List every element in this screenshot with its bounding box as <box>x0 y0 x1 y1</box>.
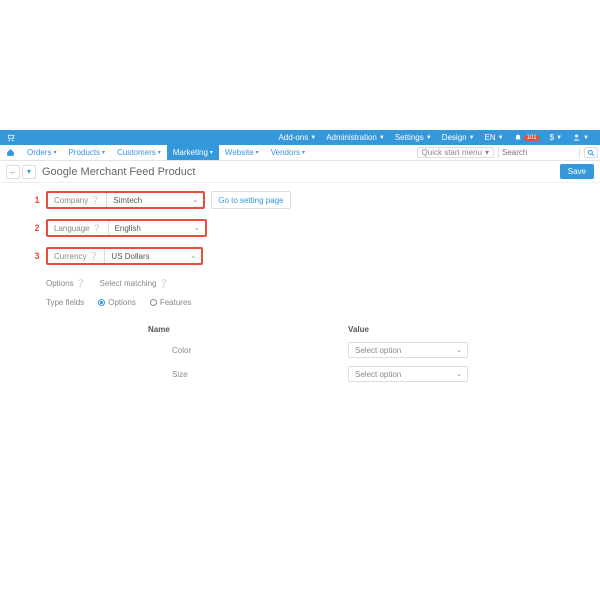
table-row: Size Select option ⌄ <box>148 362 572 386</box>
help-icon[interactable]: ❔ <box>88 252 98 261</box>
quick-start-label: Quick start menu <box>422 148 482 157</box>
col-header-name: Name <box>148 325 348 334</box>
annotation-3: 3 <box>28 251 46 261</box>
chevron-down-icon: ⌄ <box>192 196 198 204</box>
language-label: Language❔ <box>48 221 109 235</box>
select-matching-label: Select matching <box>100 279 157 288</box>
annotation-1: 1 <box>28 195 46 205</box>
attr-value-select[interactable]: Select option ⌄ <box>348 366 468 382</box>
nav-orders[interactable]: Orders▾ <box>21 145 62 160</box>
nav-marketing[interactable]: Marketing▾ <box>167 145 219 160</box>
nav-language[interactable]: EN▼ <box>480 133 509 142</box>
radio-options-label: Options <box>108 298 136 307</box>
attr-name: Color <box>148 346 348 355</box>
radio-options[interactable]: Options <box>98 298 136 307</box>
help-icon[interactable]: ❔ <box>158 279 168 288</box>
nav-currency-label: $ <box>550 133 554 142</box>
nav-vendors[interactable]: Vendors▾ <box>265 145 311 160</box>
nav-customers-label: Customers <box>117 148 156 157</box>
nav-administration-label: Administration <box>326 133 377 142</box>
attr-name: Size <box>148 370 348 379</box>
nav-orders-label: Orders <box>27 148 51 157</box>
nav-settings-label: Settings <box>395 133 424 142</box>
col-header-value: Value <box>348 325 478 334</box>
nav-marketing-label: Marketing <box>173 148 208 157</box>
nav-products-label: Products <box>68 148 100 157</box>
nav-website[interactable]: Website▾ <box>219 145 265 160</box>
currency-label: Currency❔ <box>48 249 105 263</box>
actions-dropdown[interactable]: ▾ <box>22 165 36 179</box>
nav-design-label: Design <box>442 133 467 142</box>
radio-features-label: Features <box>160 298 192 307</box>
notifications-icon[interactable]: 101 <box>509 134 545 142</box>
nav-vendors-label: Vendors <box>271 148 300 157</box>
user-menu[interactable]: ▼ <box>567 133 594 142</box>
search-button[interactable] <box>584 147 598 158</box>
help-icon[interactable]: ❔ <box>92 224 102 233</box>
attributes-table: Name Value Color Select option ⌄ Size Sel… <box>28 321 572 386</box>
topbar: Add-ons▼ Administration▼ Settings▼ Desig… <box>0 130 600 145</box>
go-to-setting-link[interactable]: Go to setting page <box>211 191 290 209</box>
attr-value-select[interactable]: Select option ⌄ <box>348 342 468 358</box>
nav-language-label: EN <box>485 133 496 142</box>
chevron-down-icon: ⌄ <box>191 252 197 260</box>
nav-customers[interactable]: Customers▾ <box>111 145 167 160</box>
select-placeholder: Select option <box>355 346 401 355</box>
page-title: Google Merchant Feed Product <box>42 166 195 178</box>
help-icon[interactable]: ❔ <box>90 196 100 205</box>
quick-start-menu[interactable]: Quick start menu▾ <box>417 147 494 158</box>
select-placeholder: Select option <box>355 370 401 379</box>
chevron-down-icon: ⌄ <box>456 370 462 378</box>
save-button[interactable]: Save <box>560 164 594 179</box>
radio-icon <box>150 299 157 306</box>
radio-icon <box>98 299 105 306</box>
nav-settings[interactable]: Settings▼ <box>390 133 437 142</box>
nav-administration[interactable]: Administration▼ <box>321 133 390 142</box>
options-label: Options <box>46 279 74 288</box>
notification-badge: 101 <box>524 135 540 141</box>
annotation-2: 2 <box>28 223 46 233</box>
language-value: English <box>115 224 141 233</box>
cart-icon[interactable] <box>6 133 15 142</box>
chevron-down-icon: ⌄ <box>194 224 200 232</box>
options-row: Options❔ Select matching❔ <box>28 279 572 288</box>
search-input[interactable] <box>499 147 579 159</box>
table-row: Color Select option ⌄ <box>148 338 572 362</box>
main-nav: Orders▾ Products▾ Customers▾ Marketing▾ … <box>0 145 600 161</box>
company-value: Simtech <box>113 196 142 205</box>
nav-design[interactable]: Design▼ <box>437 133 480 142</box>
help-icon[interactable]: ❔ <box>76 279 86 288</box>
radio-features[interactable]: Features <box>150 298 192 307</box>
nav-addons-label: Add-ons <box>278 133 308 142</box>
currency-select[interactable]: US Dollars ⌄ <box>105 249 201 263</box>
search-box <box>498 147 580 158</box>
nav-currency[interactable]: $▼ <box>545 133 567 142</box>
nav-website-label: Website <box>225 148 254 157</box>
content-area: 1 Company❔ Simtech ⌄ Go to setting page 2… <box>0 183 600 394</box>
company-select[interactable]: Simtech ⌄ <box>107 193 203 207</box>
back-button[interactable]: ← <box>6 165 20 179</box>
language-field: Language❔ English ⌄ <box>46 219 207 237</box>
nav-addons[interactable]: Add-ons▼ <box>273 133 321 142</box>
currency-field: Currency❔ US Dollars ⌄ <box>46 247 203 265</box>
company-field: Company❔ Simtech ⌄ <box>46 191 205 209</box>
type-fields-label: Type fields <box>46 298 84 307</box>
type-fields-row: Type fields Options Features <box>28 298 572 307</box>
chevron-down-icon: ⌄ <box>456 346 462 354</box>
language-select[interactable]: English ⌄ <box>109 221 205 235</box>
nav-products[interactable]: Products▾ <box>62 145 111 160</box>
currency-value: US Dollars <box>111 252 149 261</box>
company-label: Company❔ <box>48 193 107 207</box>
home-icon[interactable] <box>0 145 21 160</box>
page-header: ← ▾ Google Merchant Feed Product Save <box>0 161 600 183</box>
